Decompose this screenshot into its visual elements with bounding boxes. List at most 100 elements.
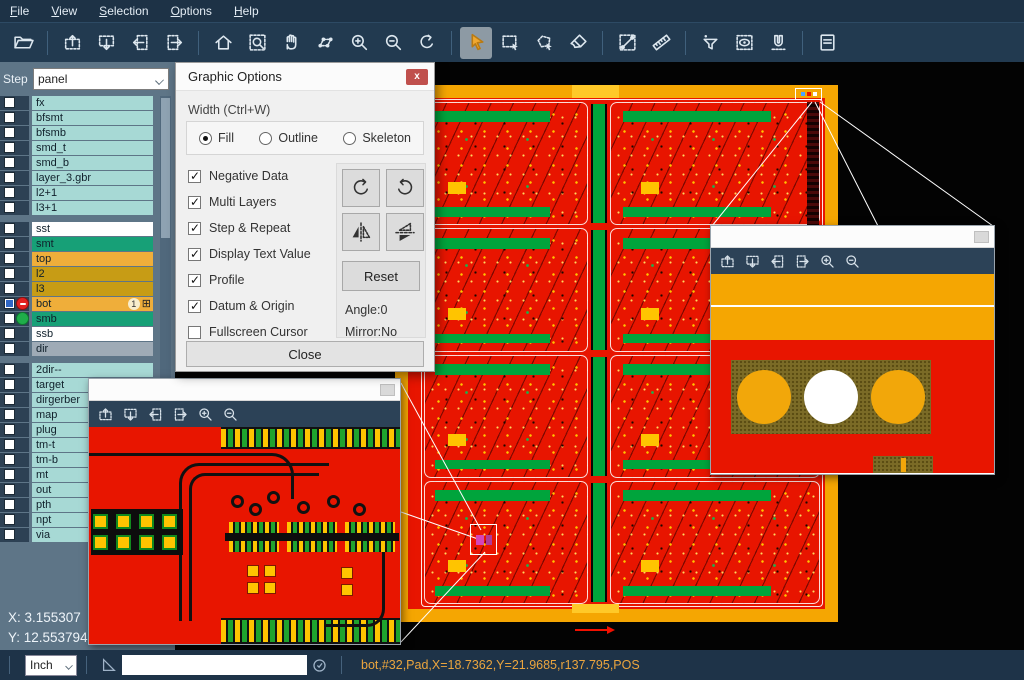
layer-name-chip[interactable]: l2+1 bbox=[32, 186, 153, 200]
option-profile[interactable]: Profile bbox=[188, 273, 244, 287]
checkbox[interactable] bbox=[188, 196, 201, 209]
flip-vertical-button[interactable] bbox=[386, 213, 424, 251]
layer-row-bfsmb[interactable]: bfsmb bbox=[0, 126, 175, 140]
checkbox[interactable] bbox=[188, 248, 201, 261]
checkbox[interactable] bbox=[188, 326, 201, 339]
layer-name-chip[interactable]: bfsmb bbox=[32, 126, 153, 140]
layer-row-smd_t[interactable]: smd_t bbox=[0, 141, 175, 155]
option-datum-origin[interactable]: Datum & Origin bbox=[188, 299, 294, 313]
option-fullscreen-cursor[interactable]: Fullscreen Cursor bbox=[188, 325, 308, 339]
layer-visibility-checkbox[interactable] bbox=[4, 202, 15, 213]
zoom-window-titlebar[interactable] bbox=[711, 226, 994, 248]
layer-row-l3[interactable]: l3 bbox=[0, 282, 175, 296]
layer-name-chip[interactable]: l3+1 bbox=[32, 201, 153, 215]
layer-name-chip[interactable]: smb bbox=[32, 312, 153, 326]
apply-check-icon[interactable] bbox=[311, 657, 328, 674]
step-select[interactable]: panel bbox=[33, 68, 169, 90]
layer-row-bot[interactable]: bot1⊞ bbox=[0, 297, 175, 311]
layer-table-button[interactable] bbox=[811, 27, 843, 59]
layer-visibility-checkbox[interactable] bbox=[4, 223, 15, 234]
layer-row-smt[interactable]: smt bbox=[0, 237, 175, 251]
pan-left-button[interactable] bbox=[124, 27, 156, 59]
pcb-sub-board[interactable] bbox=[610, 481, 820, 604]
menu-options[interactable]: Options bbox=[171, 4, 212, 18]
pan-left-button[interactable] bbox=[769, 253, 786, 270]
pan-up-button[interactable] bbox=[56, 27, 88, 59]
radio-skeleton[interactable]: Skeleton bbox=[343, 131, 411, 145]
option-multi-layers[interactable]: Multi Layers bbox=[188, 195, 276, 209]
measure-ruler-button[interactable] bbox=[645, 27, 677, 59]
menu-file[interactable]: File bbox=[10, 4, 29, 18]
zoom-in-button[interactable] bbox=[197, 406, 214, 423]
checkbox[interactable] bbox=[188, 170, 201, 183]
layer-visibility-checkbox[interactable] bbox=[4, 379, 15, 390]
layer-name-chip[interactable]: ssb bbox=[32, 327, 153, 341]
poly-select-button[interactable] bbox=[528, 27, 560, 59]
layer-name-chip[interactable]: smd_b bbox=[32, 156, 153, 170]
layer-grid-icon[interactable]: ⊞ bbox=[142, 298, 151, 310]
close-button[interactable]: Close bbox=[186, 341, 424, 367]
select-cursor-button[interactable] bbox=[460, 27, 492, 59]
layer-row-smb[interactable]: smb bbox=[0, 312, 175, 326]
option-display-text-value[interactable]: Display Text Value bbox=[188, 247, 311, 261]
reset-button[interactable]: Reset bbox=[342, 261, 420, 291]
layer-name-chip[interactable]: l2 bbox=[32, 267, 153, 281]
radio-outline[interactable]: Outline bbox=[259, 131, 318, 145]
zoom-window-detail[interactable] bbox=[88, 378, 401, 645]
zoom-window-corner[interactable] bbox=[710, 225, 995, 475]
checkbox[interactable] bbox=[188, 274, 201, 287]
layer-row-fx[interactable]: fx bbox=[0, 96, 175, 110]
layer-name-chip[interactable]: smt bbox=[32, 237, 153, 251]
layer-visibility-checkbox[interactable] bbox=[4, 328, 15, 339]
pan-down-button[interactable] bbox=[122, 406, 139, 423]
layer-row-l2[interactable]: l2 bbox=[0, 267, 175, 281]
menu-help[interactable]: Help bbox=[234, 4, 259, 18]
layer-row-smd_b[interactable]: smd_b bbox=[0, 156, 175, 170]
layer-visibility-checkbox[interactable] bbox=[4, 529, 15, 540]
zoom-window-viewport[interactable] bbox=[89, 427, 400, 644]
zoom-window-viewport[interactable] bbox=[711, 274, 994, 473]
layer-name-chip[interactable]: bot1⊞ bbox=[32, 297, 153, 311]
layer-name-chip[interactable]: bfsmt bbox=[32, 111, 153, 125]
option-step-repeat[interactable]: Step & Repeat bbox=[188, 221, 290, 235]
zoom-out-button[interactable] bbox=[377, 27, 409, 59]
layer-visibility-checkbox[interactable] bbox=[4, 157, 15, 168]
window-menu-button[interactable] bbox=[380, 384, 395, 396]
layer-row-bfsmt[interactable]: bfsmt bbox=[0, 111, 175, 125]
checkbox[interactable] bbox=[188, 300, 201, 313]
pan-right-button[interactable] bbox=[172, 406, 189, 423]
zoom-previous-button[interactable] bbox=[411, 27, 443, 59]
filter-button[interactable] bbox=[694, 27, 726, 59]
layer-visibility-checkbox[interactable] bbox=[4, 409, 15, 420]
pcb-sub-board[interactable] bbox=[424, 481, 588, 604]
zoom-in-button[interactable] bbox=[343, 27, 375, 59]
rect-select-button[interactable] bbox=[494, 27, 526, 59]
layer-visibility-checkbox[interactable] bbox=[4, 343, 15, 354]
layer-visibility-checkbox[interactable] bbox=[4, 253, 15, 264]
layer-name-chip[interactable]: layer_3.gbr bbox=[32, 171, 153, 185]
layer-row-l2+1[interactable]: l2+1 bbox=[0, 186, 175, 200]
layer-row-top[interactable]: top bbox=[0, 252, 175, 266]
pan-right-button[interactable] bbox=[158, 27, 190, 59]
command-input[interactable] bbox=[122, 655, 307, 675]
layer-name-chip[interactable]: sst bbox=[32, 222, 153, 236]
menu-view[interactable]: View bbox=[51, 4, 77, 18]
pcb-sub-board[interactable] bbox=[424, 355, 588, 478]
layer-visibility-checkbox[interactable] bbox=[4, 394, 15, 405]
zoom-window-button[interactable] bbox=[241, 27, 273, 59]
visibility-button[interactable] bbox=[728, 27, 760, 59]
layer-row-l3+1[interactable]: l3+1 bbox=[0, 201, 175, 215]
menu-selection[interactable]: Selection bbox=[99, 4, 148, 18]
rotate-ccw-button[interactable] bbox=[386, 169, 424, 207]
clean-select-button[interactable] bbox=[562, 27, 594, 59]
layer-visibility-checkbox[interactable] bbox=[4, 268, 15, 279]
pcb-sub-board[interactable] bbox=[424, 228, 588, 351]
unit-select[interactable]: Inch bbox=[25, 655, 77, 676]
layer-visibility-checkbox[interactable] bbox=[4, 514, 15, 525]
measure-distance-button[interactable] bbox=[611, 27, 643, 59]
checkbox[interactable] bbox=[188, 222, 201, 235]
pcb-sub-board[interactable] bbox=[424, 102, 588, 225]
layer-name-chip[interactable]: fx bbox=[32, 96, 153, 110]
layer-visibility-checkbox[interactable] bbox=[4, 439, 15, 450]
rotate-cw-button[interactable] bbox=[342, 169, 380, 207]
